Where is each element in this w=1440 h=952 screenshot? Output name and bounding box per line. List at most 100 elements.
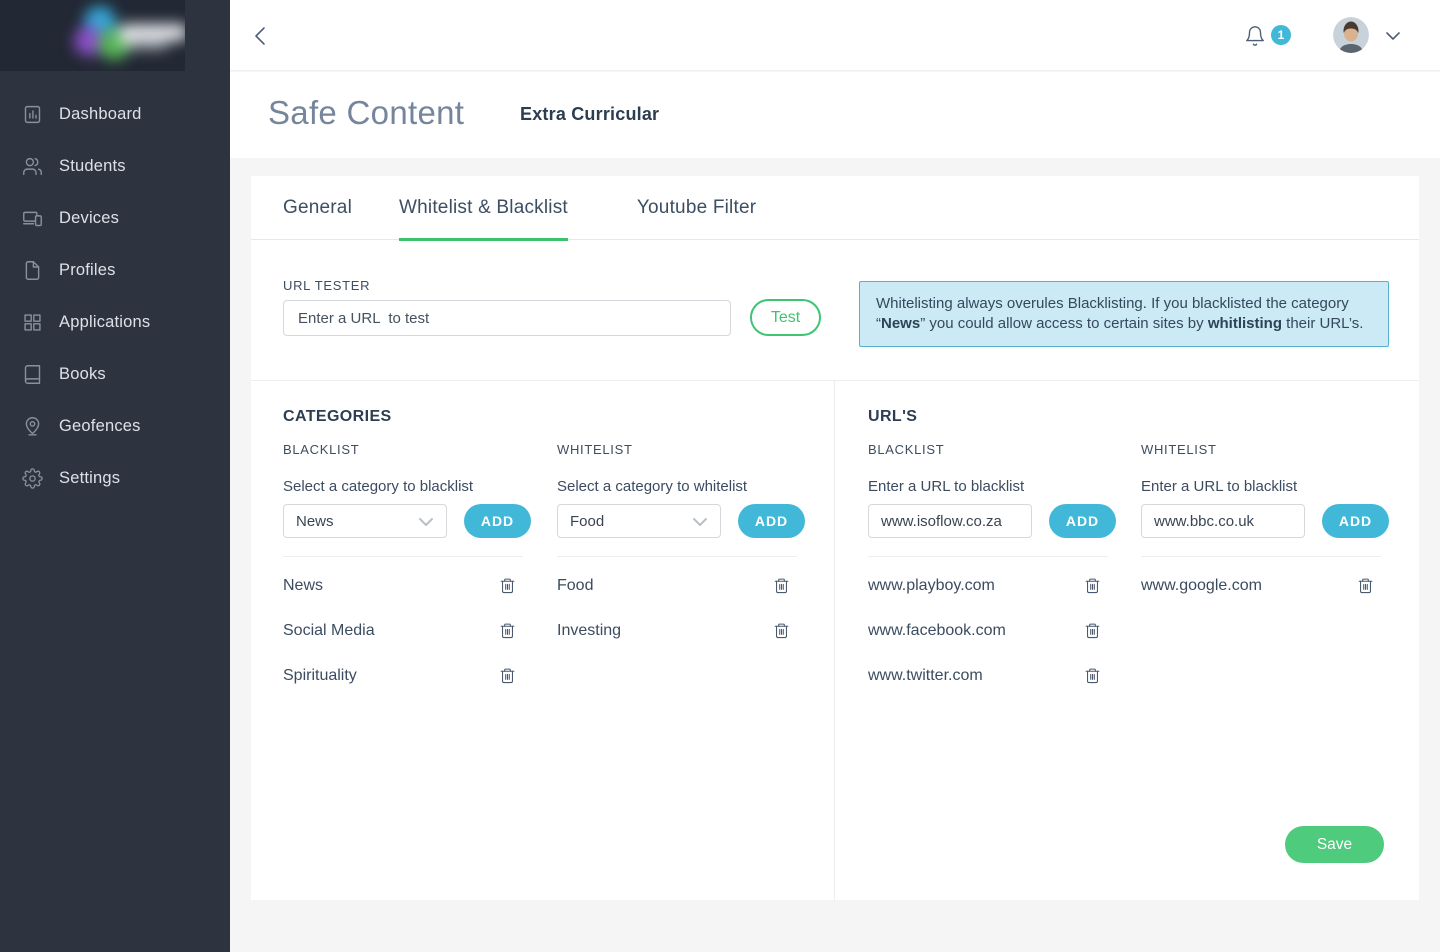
sidebar-item-label: Applications: [59, 313, 150, 332]
blacklist-select-caption: Select a category to blacklist: [283, 478, 531, 495]
brand-logo[interactable]: [0, 0, 185, 71]
chevron-down-icon: [418, 517, 434, 527]
trash-icon[interactable]: [773, 573, 797, 599]
back-button[interactable]: [251, 26, 273, 46]
tab-youtube-filter[interactable]: Youtube Filter: [637, 176, 756, 240]
sidebar-item-label: Settings: [59, 469, 120, 488]
blacklist-category-list: News Social Media Spirituality: [283, 556, 523, 698]
devices-icon: [22, 208, 43, 229]
top-header: 1: [230, 0, 1440, 71]
sidebar-item-geofences[interactable]: Geofences: [0, 400, 230, 452]
list-item: www.playboy.com: [868, 563, 1108, 608]
list-item-label: www.google.com: [1141, 577, 1262, 595]
sidebar-item-dashboard[interactable]: Dashboard: [0, 88, 230, 140]
notification-bell-icon[interactable]: [1244, 25, 1266, 49]
url-blacklist-caption: Enter a URL to blacklist: [868, 478, 1116, 495]
sidebar-nav: Dashboard Students Devices Profiles Appl…: [0, 88, 230, 504]
whitelist-label: WHITELIST: [1141, 442, 1389, 457]
whitelist-url-list: www.google.com: [1141, 556, 1381, 608]
trash-icon[interactable]: [1084, 618, 1108, 644]
safe-content-card: General Whitelist & Blacklist Youtube Fi…: [251, 176, 1419, 900]
categories-heading: CATEGORIES: [283, 408, 392, 426]
trash-icon[interactable]: [499, 663, 523, 689]
category-blacklist-select[interactable]: News: [283, 504, 447, 538]
blacklist-label: BLACKLIST: [868, 442, 1116, 457]
add-url-whitelist-button[interactable]: ADD: [1322, 504, 1389, 538]
profiles-icon: [22, 260, 43, 281]
applications-icon: [22, 312, 43, 333]
info-text: their URL’s.: [1282, 315, 1363, 332]
blacklist-label: BLACKLIST: [283, 442, 531, 457]
tab-bar: General Whitelist & Blacklist Youtube Fi…: [251, 176, 1419, 240]
sidebar-item-devices[interactable]: Devices: [0, 192, 230, 244]
title-strip: Safe Content Extra Curricular: [230, 72, 1440, 158]
sidebar-item-label: Dashboard: [59, 105, 142, 124]
trash-icon[interactable]: [499, 573, 523, 599]
page-subtitle: Extra Curricular: [520, 104, 659, 125]
trash-icon[interactable]: [499, 618, 523, 644]
url-blacklist-input[interactable]: [868, 504, 1032, 538]
add-url-blacklist-button[interactable]: ADD: [1049, 504, 1116, 538]
list-item-label: Food: [557, 577, 593, 595]
save-button[interactable]: Save: [1285, 826, 1384, 863]
tab-general[interactable]: General: [283, 176, 352, 240]
list-item: Food: [557, 563, 797, 608]
sidebar-item-students[interactable]: Students: [0, 140, 230, 192]
list-item: www.twitter.com: [868, 653, 1108, 698]
info-text-bold: News: [881, 315, 920, 332]
url-whitelist-caption: Enter a URL to blacklist: [1141, 478, 1389, 495]
test-button[interactable]: Test: [750, 299, 821, 336]
vertical-divider: [834, 380, 835, 900]
url-tester-input[interactable]: [283, 300, 731, 336]
selected-category: News: [296, 513, 334, 530]
list-item: Investing: [557, 608, 797, 653]
categories-blacklist-column: BLACKLIST Select a category to blacklist…: [283, 442, 531, 698]
books-icon: [22, 364, 43, 385]
trash-icon[interactable]: [1084, 663, 1108, 689]
list-item: www.google.com: [1141, 563, 1381, 608]
list-item: www.facebook.com: [868, 608, 1108, 653]
selected-category: Food: [570, 513, 604, 530]
whitelist-category-list: Food Investing: [557, 556, 797, 653]
sidebar-item-settings[interactable]: Settings: [0, 452, 230, 504]
blurred-logo-graphic: [0, 0, 185, 71]
list-item-label: www.playboy.com: [868, 577, 995, 595]
categories-whitelist-column: WHITELIST Select a category to whitelist…: [557, 442, 805, 653]
settings-icon: [22, 468, 43, 489]
sidebar-item-books[interactable]: Books: [0, 348, 230, 400]
list-item-label: www.twitter.com: [868, 667, 983, 685]
trash-icon[interactable]: [1084, 573, 1108, 599]
page-title: Safe Content: [268, 94, 464, 132]
urls-whitelist-column: WHITELIST Enter a URL to blacklist ADD w…: [1141, 442, 1389, 608]
list-item-label: Social Media: [283, 622, 375, 640]
whitelist-label: WHITELIST: [557, 442, 805, 457]
list-item-label: www.facebook.com: [868, 622, 1006, 640]
whitelist-select-caption: Select a category to whitelist: [557, 478, 805, 495]
info-text-bold: whitlisting: [1208, 315, 1282, 332]
add-category-whitelist-button[interactable]: ADD: [738, 504, 805, 538]
add-category-blacklist-button[interactable]: ADD: [464, 504, 531, 538]
trash-icon[interactable]: [1357, 573, 1381, 599]
url-whitelist-input[interactable]: [1141, 504, 1305, 538]
sidebar-item-label: Devices: [59, 209, 119, 228]
geofences-icon: [22, 416, 43, 437]
sidebar-item-profiles[interactable]: Profiles: [0, 244, 230, 296]
url-tester-label: URL TESTER: [283, 278, 370, 293]
user-avatar[interactable]: [1333, 17, 1369, 53]
sidebar-item-label: Geofences: [59, 417, 141, 436]
urls-blacklist-column: BLACKLIST Enter a URL to blacklist ADD w…: [868, 442, 1116, 698]
tab-whitelist-blacklist[interactable]: Whitelist & Blacklist: [399, 176, 568, 240]
students-icon: [22, 156, 43, 177]
category-whitelist-select[interactable]: Food: [557, 504, 721, 538]
list-item: Social Media: [283, 608, 523, 653]
trash-icon[interactable]: [773, 618, 797, 644]
urls-heading: URL'S: [868, 408, 917, 426]
dashboard-icon: [22, 104, 43, 125]
info-note: Whitelisting always overules Blacklistin…: [859, 281, 1389, 347]
notification-count-badge[interactable]: 1: [1271, 25, 1291, 45]
list-item-label: Investing: [557, 622, 621, 640]
sidebar-item-label: Profiles: [59, 261, 116, 280]
sidebar-item-applications[interactable]: Applications: [0, 296, 230, 348]
profile-chevron-down-icon[interactable]: [1385, 31, 1401, 41]
list-item-label: News: [283, 577, 323, 595]
